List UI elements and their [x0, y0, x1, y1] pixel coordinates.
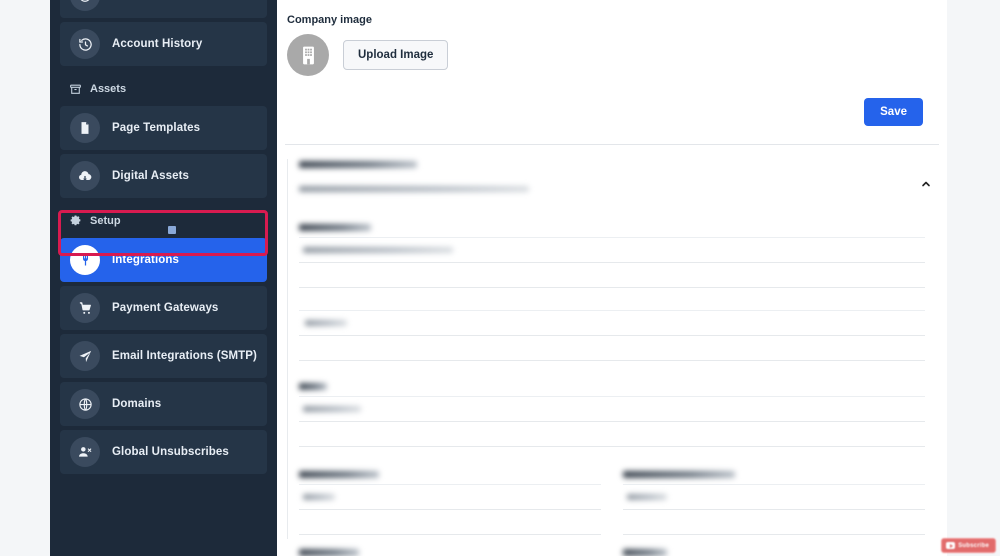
form-vertical-rule: [287, 159, 288, 539]
history-icon: [70, 29, 100, 59]
subscribe-badge-label: Subscribe: [958, 542, 989, 549]
upload-image-button[interactable]: Upload Image: [343, 40, 449, 70]
main-content: Company image Upload Image Save: [277, 0, 947, 556]
sidebar-item-integrations[interactable]: Integrations: [60, 238, 267, 282]
company-image-panel: Company image Upload Image: [277, 0, 947, 76]
sidebar-item-global-unsubscribes[interactable]: Global Unsubscribes: [60, 430, 267, 474]
sidebar-item-page-templates[interactable]: Page Templates: [60, 106, 267, 150]
company-avatar[interactable]: [287, 34, 329, 76]
cart-icon: [70, 293, 100, 323]
redacted-field-2-input-b[interactable]: [299, 336, 925, 361]
redacted-form-section: Save: [277, 145, 947, 556]
sidebar-item-domains-label: Domains: [112, 398, 162, 410]
sidebar-item-page-templates-label: Page Templates: [112, 122, 201, 134]
page-left-gutter: [0, 0, 50, 556]
redacted-pair-1-right-input[interactable]: [623, 484, 925, 510]
sidebar-item-global-unsubscribes-label: Global Unsubscribes: [112, 446, 229, 458]
gear-icon: [68, 214, 82, 228]
redacted-field-3-input[interactable]: [299, 396, 925, 422]
sidebar-section-setup-label: Setup: [90, 215, 121, 227]
redacted-pair-2-left: [299, 549, 605, 556]
chevron-up-icon[interactable]: [919, 177, 933, 191]
redacted-field-2-input[interactable]: [299, 310, 925, 336]
redacted-field-pair-1: [299, 471, 929, 535]
building-icon: [300, 46, 317, 65]
youtube-play-icon: [946, 542, 956, 549]
page-right-gutter: [947, 0, 1000, 556]
redacted-pair-2-right: [623, 549, 929, 556]
sidebar-item-payment-gateways-label: Payment Gateways: [112, 302, 219, 314]
redacted-pair-1-right: [623, 471, 929, 535]
redacted-heading-1: [299, 161, 929, 168]
company-image-row: Upload Image: [287, 34, 929, 76]
sidebar-section-assets-label: Assets: [90, 83, 127, 95]
redacted-pair-1-left: [299, 471, 605, 535]
sidebar: Account History Assets Page Templates Di…: [50, 0, 277, 556]
archive-icon: [68, 82, 82, 96]
subscribe-badge[interactable]: Subscribe: [941, 538, 996, 553]
paper-plane-icon: [70, 341, 100, 371]
redacted-field-3-input-b[interactable]: [299, 422, 925, 447]
sidebar-item-digital-assets-label: Digital Assets: [112, 170, 190, 182]
sidebar-item-email-integrations-label: Email Integrations (SMTP): [112, 350, 257, 362]
redacted-field-3-label: [299, 383, 929, 390]
redacted-pair-1-left-input-b[interactable]: [299, 510, 601, 535]
company-image-label: Company image: [287, 14, 372, 26]
sidebar-item-digital-assets[interactable]: Digital Assets: [60, 154, 267, 198]
redacted-field-pair-2: [299, 549, 929, 556]
sidebar-item-payment-gateways[interactable]: Payment Gateways: [60, 286, 267, 330]
save-row-top: Save: [277, 98, 947, 126]
redacted-field-3: [289, 383, 929, 447]
redacted-field-1-input[interactable]: [299, 237, 925, 263]
sidebar-item-account-history-label: Account History: [112, 38, 203, 50]
plug-icon: [70, 245, 100, 275]
redacted-field-1-label: [299, 224, 929, 231]
cloud-download-icon: [70, 161, 100, 191]
sidebar-item-domains[interactable]: Domains: [60, 382, 267, 426]
redacted-pair-1-right-input-b[interactable]: [623, 510, 925, 535]
redacted-heading-2: [299, 186, 929, 192]
redacted-pair-1-left-input[interactable]: [299, 484, 601, 510]
app-root: Account History Assets Page Templates Di…: [0, 0, 1000, 556]
sidebar-item-account-history[interactable]: Account History: [60, 22, 267, 66]
sidebar-item-email-integrations[interactable]: Email Integrations (SMTP): [60, 334, 267, 378]
clock-icon: [70, 0, 100, 11]
user-remove-icon: [70, 437, 100, 467]
save-button-top[interactable]: Save: [864, 98, 923, 126]
sidebar-item-partial[interactable]: [60, 0, 267, 18]
sidebar-section-assets: Assets: [68, 76, 277, 102]
sidebar-item-integrations-label: Integrations: [112, 254, 180, 266]
redacted-field-2: [289, 310, 929, 361]
redacted-field-1: [289, 224, 929, 288]
file-icon: [70, 113, 100, 143]
redacted-field-1-input-b[interactable]: [299, 263, 925, 288]
mouse-cursor: [168, 226, 176, 234]
globe-icon: [70, 389, 100, 419]
